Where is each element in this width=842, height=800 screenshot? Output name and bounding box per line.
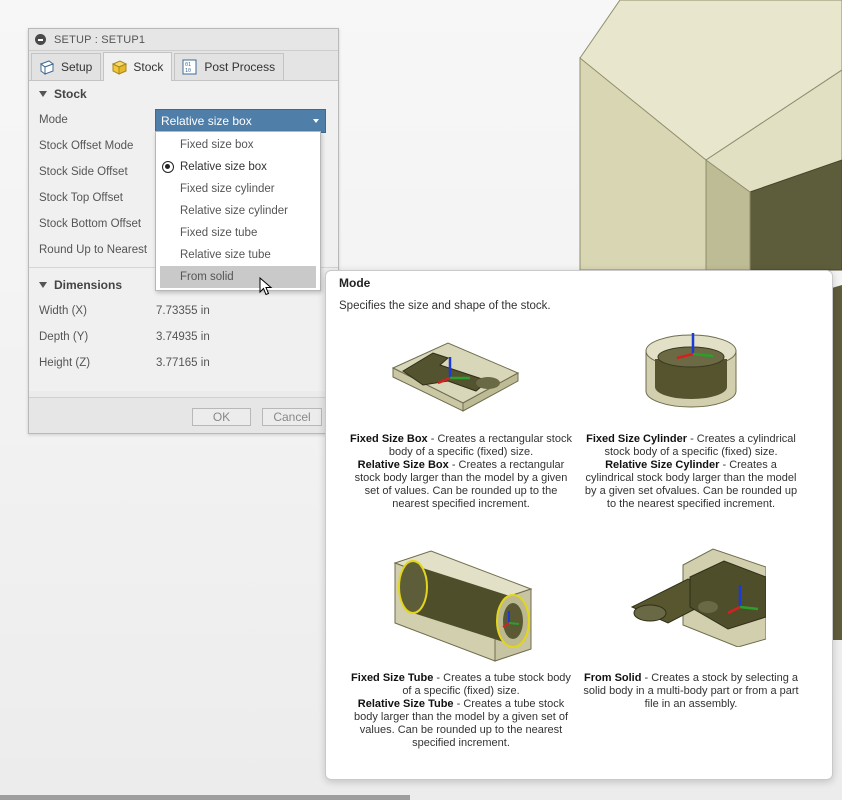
option-from-solid[interactable]: From solid xyxy=(160,266,316,288)
relative-size-box-title: Relative Size Box xyxy=(357,459,449,471)
option-label: Fixed size cylinder xyxy=(180,183,275,195)
mode-help-tooltip: Mode Specifies the size and shape of the… xyxy=(325,270,833,780)
stock-side-offset-label: Stock Side Offset xyxy=(39,166,128,178)
tab-stock[interactable]: Stock xyxy=(103,52,173,81)
mouse-cursor-icon xyxy=(259,277,273,296)
option-fixed-size-tube[interactable]: Fixed size tube xyxy=(156,222,320,244)
mode-select-value: Relative size box xyxy=(161,114,252,128)
height-row: Height (Z) 3.77165 in xyxy=(29,350,338,376)
cylinder-description: Fixed Size Cylinder - Creates a cylindri… xyxy=(580,433,802,511)
tube-description: Fixed Size Tube - Creates a tube stock b… xyxy=(350,672,572,750)
depth-value: 3.74935 in xyxy=(156,331,210,343)
dimensions-section-title: Dimensions xyxy=(54,278,123,292)
fixed-size-box-title: Fixed Size Box xyxy=(350,433,428,445)
height-label: Height (Z) xyxy=(39,357,91,369)
option-fixed-size-box[interactable]: Fixed size box xyxy=(156,134,320,156)
tab-setup-label: Setup xyxy=(61,60,93,74)
ok-button[interactable]: OK xyxy=(192,408,251,426)
tab-setup[interactable]: Setup xyxy=(31,53,102,80)
box-description: Fixed Size Box - Creates a rectangular s… xyxy=(350,433,572,511)
stock-bottom-offset-label: Stock Bottom Offset xyxy=(39,218,142,230)
option-fixed-size-cylinder[interactable]: Fixed size cylinder xyxy=(156,178,320,200)
mode-dropdown-list: Fixed size box Relative size box Fixed s… xyxy=(155,131,321,291)
stock-top-offset-label: Stock Top Offset xyxy=(39,192,123,204)
relative-size-tube-title: Relative Size Tube xyxy=(357,698,454,710)
fixed-size-cylinder-title: Fixed Size Cylinder xyxy=(586,433,688,445)
stock-section-header[interactable]: Stock xyxy=(29,81,338,107)
stock-section-title: Stock xyxy=(54,87,87,101)
dialog-footer: OK Cancel xyxy=(29,397,338,433)
width-label: Width (X) xyxy=(39,305,87,317)
option-label: Relative size box xyxy=(180,161,267,173)
option-relative-size-cylinder[interactable]: Relative size cylinder xyxy=(156,200,320,222)
box-stock-illustration xyxy=(391,342,520,412)
setup-icon xyxy=(39,60,55,75)
dialog-title: SETUP : SETUP1 xyxy=(54,33,146,46)
solid-description: From Solid - Creates a stock by selectin… xyxy=(580,672,802,711)
cylinder-stock-illustration xyxy=(645,333,737,408)
option-label: Relative size cylinder xyxy=(180,205,289,217)
chevron-down-icon xyxy=(313,119,319,123)
post-process-icon: 01 10 xyxy=(182,59,197,75)
option-label: Fixed size tube xyxy=(180,227,258,239)
from-solid-title: From Solid xyxy=(584,672,642,684)
scrollbar-strip xyxy=(0,795,410,800)
cancel-button[interactable]: Cancel xyxy=(262,408,322,426)
tooltip-description: Specifies the size and shape of the stoc… xyxy=(339,300,551,312)
relative-size-cylinder-title: Relative Size Cylinder xyxy=(605,459,720,471)
stock-offset-mode-label: Stock Offset Mode xyxy=(39,140,134,152)
tab-post-process[interactable]: 01 10 Post Process xyxy=(174,53,285,80)
selected-radio-icon xyxy=(162,161,174,173)
collapse-icon[interactable] xyxy=(35,34,46,45)
round-up-label: Round Up to Nearest xyxy=(39,244,148,256)
option-label: Relative size tube xyxy=(180,249,271,261)
tab-post-process-label: Post Process xyxy=(204,60,276,74)
depth-row: Depth (Y) 3.74935 in xyxy=(29,324,338,350)
svg-text:10: 10 xyxy=(185,68,191,74)
tooltip-title: Mode xyxy=(339,276,371,290)
fixed-size-tube-title: Fixed Size Tube xyxy=(351,672,434,684)
dialog-title-bar: SETUP : SETUP1 xyxy=(29,29,338,51)
tab-bar: Setup Stock 01 10 Post Process xyxy=(29,51,338,81)
option-label: From solid xyxy=(180,271,234,283)
solid-stock-illustration xyxy=(630,548,766,647)
mode-label: Mode xyxy=(39,114,68,126)
mode-select[interactable]: Relative size box xyxy=(155,109,326,133)
stock-icon xyxy=(112,60,128,75)
option-relative-size-tube[interactable]: Relative size tube xyxy=(156,244,320,266)
width-row: Width (X) 7.73355 in xyxy=(29,298,338,324)
option-relative-size-box[interactable]: Relative size box xyxy=(156,156,320,178)
width-value: 7.73355 in xyxy=(156,305,210,317)
height-value: 3.77165 in xyxy=(156,357,210,369)
expand-triangle-icon xyxy=(39,282,47,288)
expand-triangle-icon xyxy=(39,91,47,97)
option-label: Fixed size box xyxy=(180,139,254,151)
tab-stock-label: Stock xyxy=(133,60,164,74)
depth-label: Depth (Y) xyxy=(39,331,89,343)
tube-stock-illustration xyxy=(393,550,533,662)
